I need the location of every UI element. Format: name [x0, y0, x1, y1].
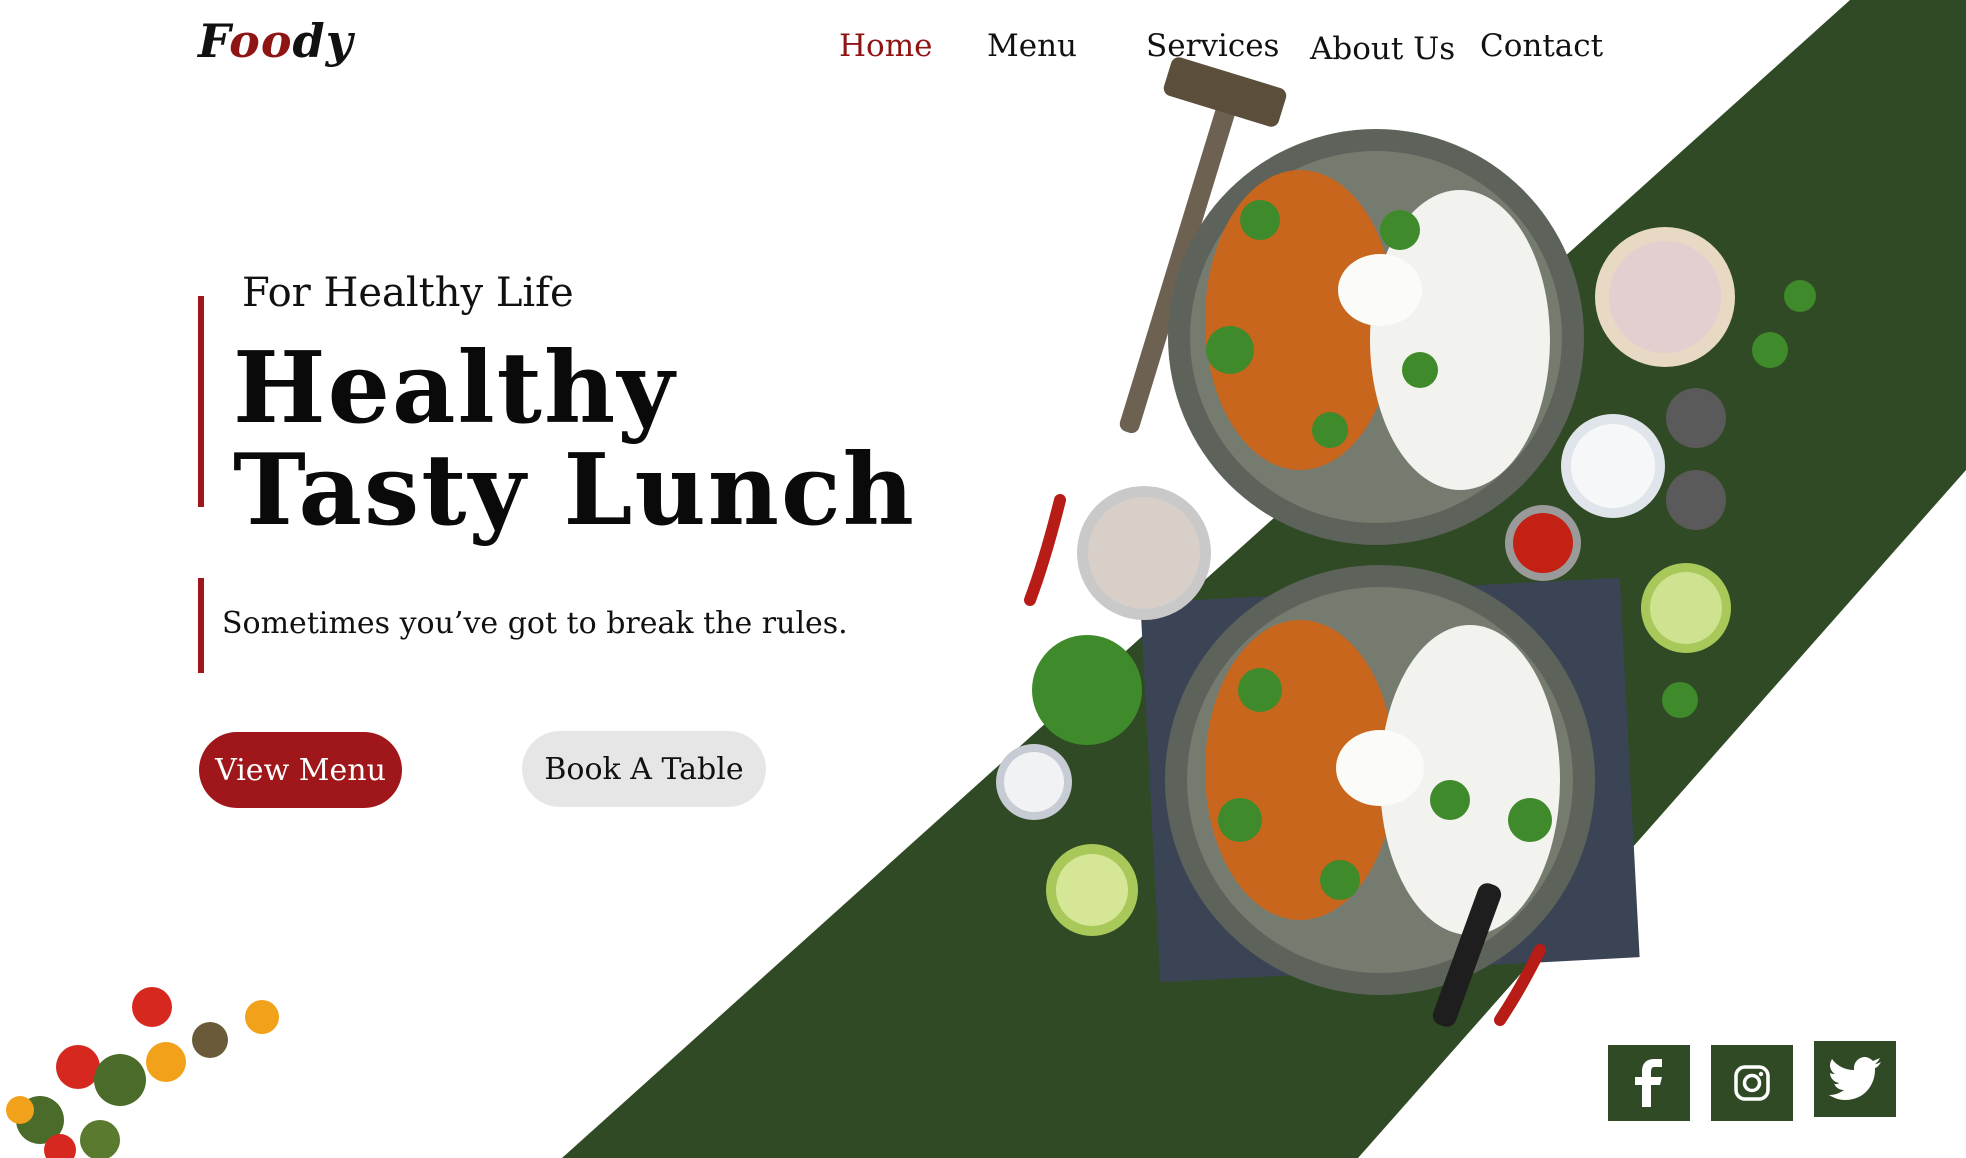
subline-accent-bar	[198, 578, 204, 673]
hero-subline: Sometimes you’ve got to break the rules.	[222, 606, 848, 641]
curry-bowl-bottom	[1140, 565, 1640, 1027]
twitter-icon	[1829, 1057, 1881, 1100]
book-table-button[interactable]: Book A Table	[522, 731, 766, 807]
nav-link-about-us[interactable]: About Us	[1310, 31, 1455, 67]
logo-text-start: F	[198, 14, 230, 68]
food-illustration	[6, 57, 1816, 1158]
facebook-icon	[1635, 1059, 1662, 1107]
curry-bowl-top	[1168, 129, 1584, 545]
nav-link-menu[interactable]: Menu	[987, 28, 1077, 64]
vegetable-scatter	[6, 987, 279, 1158]
nav-link-services[interactable]: Services	[1146, 28, 1279, 64]
twitter-button[interactable]	[1814, 1041, 1896, 1117]
instagram-icon	[1734, 1065, 1770, 1101]
facebook-button[interactable]	[1608, 1045, 1690, 1121]
instagram-button[interactable]	[1711, 1045, 1793, 1121]
logo-text-end: dy	[292, 14, 354, 68]
brand-logo[interactable]: Foody	[198, 14, 353, 68]
hero-headline-line-1: Healthy	[233, 331, 677, 446]
nav-link-contact[interactable]: Contact	[1480, 28, 1603, 64]
logo-text-accent: oo	[229, 14, 293, 68]
hero-accent-bar	[198, 296, 204, 507]
nav-link-home[interactable]: Home	[839, 28, 932, 64]
hero-headline: Healthy Tasty Lunch	[233, 338, 916, 542]
view-menu-button[interactable]: View Menu	[199, 732, 402, 808]
hero-headline-line-2: Tasty Lunch	[233, 433, 916, 548]
hero-tagline: For Healthy Life	[242, 270, 574, 316]
